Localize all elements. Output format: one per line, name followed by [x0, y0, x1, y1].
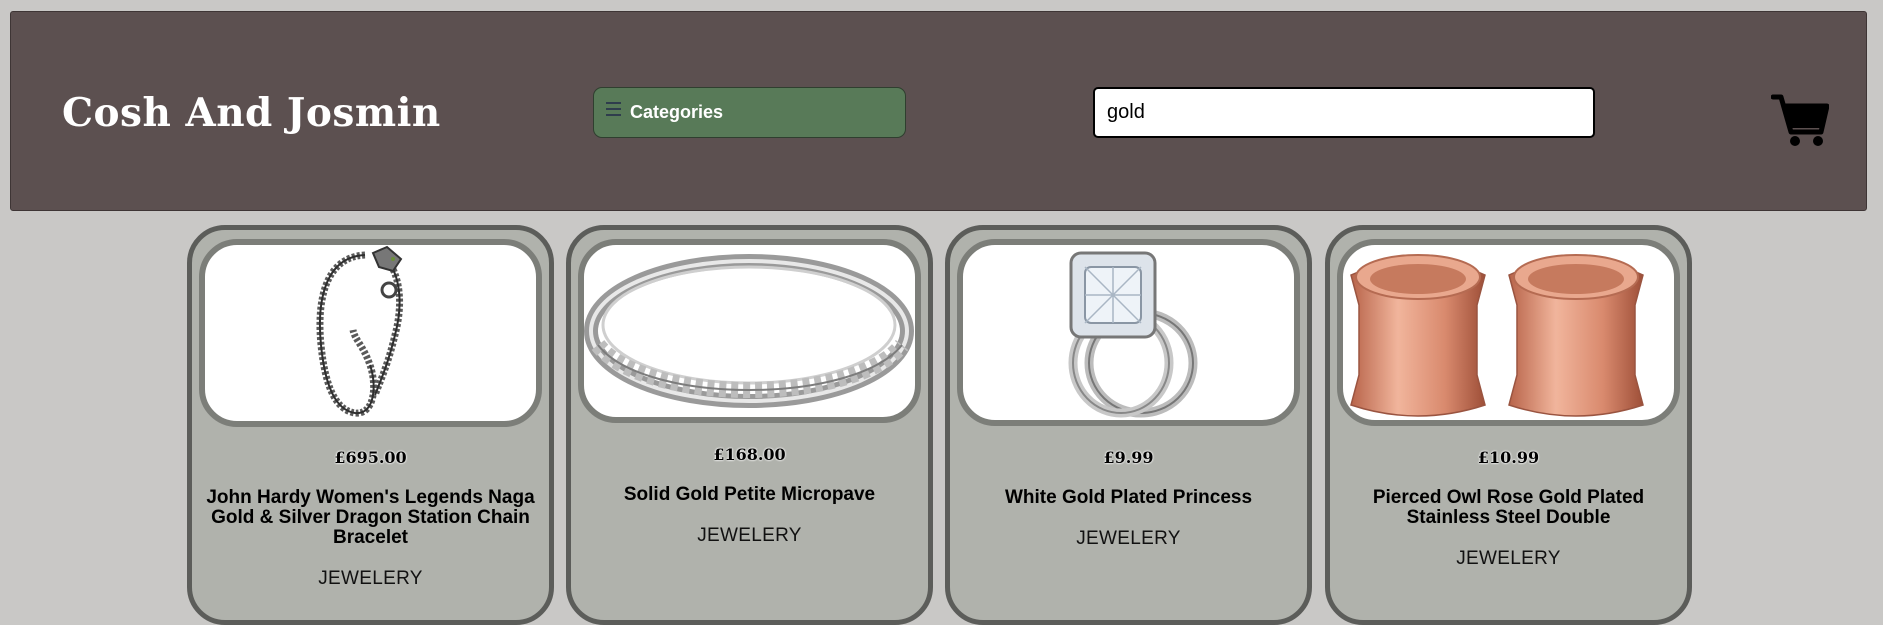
product-card[interactable]: £695.00 John Hardy Women's Legends Naga … — [187, 225, 554, 625]
dragon-bracelet-image — [316, 245, 404, 417]
product-card[interactable]: £168.00 Solid Gold Petite Micropave JEWE… — [566, 225, 933, 625]
product-grid: £695.00 John Hardy Women's Legends Naga … — [0, 0, 1883, 625]
product-card[interactable]: £9.99 White Gold Plated Princess JEWELER… — [945, 225, 1312, 625]
product-image-frame[interactable] — [199, 239, 542, 427]
product-image-frame[interactable] — [957, 239, 1300, 426]
product-image-frame[interactable] — [1337, 239, 1680, 426]
silver-band-ring-image — [584, 254, 914, 408]
product-category: JEWELERY — [697, 525, 802, 546]
diamond-engagement-ring-image — [1068, 251, 1198, 418]
rose-gold-tunnel-plugs-image — [1350, 254, 1644, 417]
product-category: JEWELERY — [1456, 548, 1561, 569]
product-price: £695.00 — [334, 448, 407, 467]
product-price: £9.99 — [1103, 448, 1154, 467]
product-price: £168.00 — [713, 445, 786, 464]
product-title[interactable]: Solid Gold Petite Micropave — [581, 485, 918, 505]
product-price: £10.99 — [1477, 448, 1540, 467]
product-image-frame[interactable] — [578, 239, 921, 423]
product-title[interactable]: Pierced Owl Rose Gold Plated Stainless S… — [1340, 488, 1677, 528]
product-category: JEWELERY — [1076, 528, 1181, 549]
product-card[interactable]: £10.99 Pierced Owl Rose Gold Plated Stai… — [1325, 225, 1692, 625]
product-title[interactable]: White Gold Plated Princess — [960, 488, 1297, 508]
product-category: JEWELERY — [318, 568, 423, 589]
product-title[interactable]: John Hardy Women's Legends Naga Gold & S… — [202, 488, 539, 548]
